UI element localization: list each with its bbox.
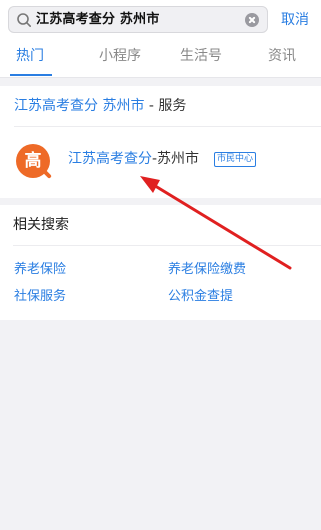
related-item-housing-fund[interactable]: 公积金查提 [168,288,233,306]
app-name-suffix: -苏州市 [152,151,200,167]
tab-news[interactable]: 资讯 [268,46,296,66]
clear-icon[interactable] [245,13,259,27]
tab-hot[interactable]: 热门 [16,46,44,66]
related-item-social-security[interactable]: 社保服务 [14,288,66,306]
app-logo-handle [42,169,52,179]
tab-life-account[interactable]: 生活号 [180,46,222,66]
citizen-center-badge: 市民中心 [214,152,257,167]
search-query-text: 江苏高考查分 苏州市 [36,12,160,27]
search-icon [17,13,31,27]
service-heading-query: 江苏高考查分 苏州市 [14,98,145,114]
divider [13,245,321,246]
related-search-card: 相关搜索 养老保险 养老保险缴费 社保服务 公积金查提 [0,205,321,320]
service-heading-suffix: - 服务 [144,98,187,114]
search-input[interactable]: 江苏高考查分 苏州市 [8,6,268,33]
service-card: 江苏高考查分 苏州市 - 服务 高 江苏高考查分-苏州市 市民中心 [0,86,321,198]
active-tab-indicator [10,74,52,76]
related-item-pension-insurance[interactable]: 养老保险 [14,261,66,279]
cancel-button[interactable]: 取消 [281,10,309,30]
app-name-highlight: 江苏高考查分 [68,151,152,167]
divider [14,126,321,127]
service-heading[interactable]: 江苏高考查分 苏州市 - 服务 [14,96,186,116]
related-search-title: 相关搜索 [13,217,69,233]
search-header: 江苏高考查分 苏州市 取消 热门 小程序 生活号 资讯 [0,0,321,78]
tab-mini-program[interactable]: 小程序 [99,46,141,66]
service-app-name[interactable]: 江苏高考查分-苏州市 [68,149,199,169]
tab-bar: 热门 小程序 生活号 资讯 [0,42,321,78]
related-item-pension-payment[interactable]: 养老保险缴费 [168,261,246,279]
